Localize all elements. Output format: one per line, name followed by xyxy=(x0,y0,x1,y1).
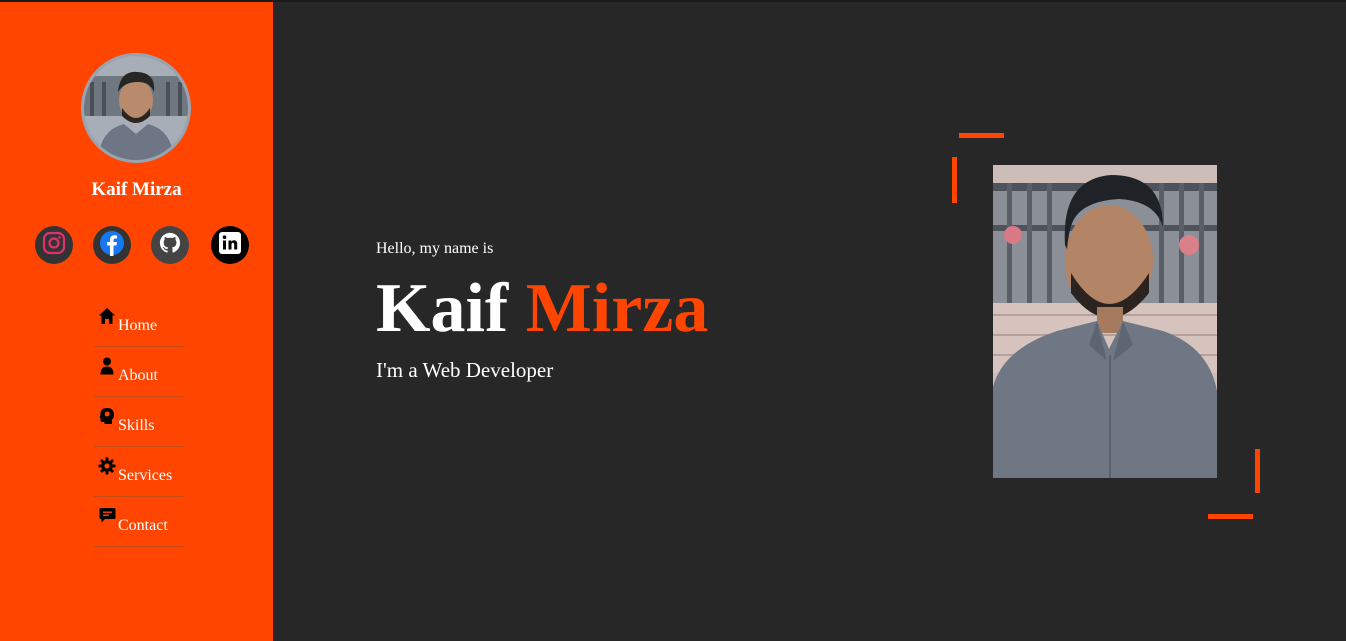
profile-photo xyxy=(993,165,1217,478)
profile-avatar xyxy=(81,53,191,163)
head-bulb-icon xyxy=(98,406,116,426)
nav-item-services[interactable]: Services xyxy=(94,447,184,497)
sidebar: Kaif Mirza Home About Skills Services Co… xyxy=(0,2,273,641)
hero-first-name: Kaif xyxy=(376,270,509,347)
hero-role: I'm a Web Developer xyxy=(376,358,554,382)
hero-name: Kaif Mirza xyxy=(376,274,708,344)
home-icon xyxy=(98,306,116,326)
gear-icon xyxy=(98,456,116,476)
nav-label: Services xyxy=(118,466,173,484)
profile-name: Kaif Mirza xyxy=(91,179,182,200)
nav-label: Contact xyxy=(118,516,168,534)
instagram-link[interactable] xyxy=(35,226,73,264)
frame-accent-bottom xyxy=(1208,514,1253,519)
frame-accent-right xyxy=(1255,449,1260,493)
user-icon xyxy=(98,356,116,376)
frame-accent-top xyxy=(959,133,1004,138)
instagram-icon xyxy=(42,231,66,259)
sidebar-nav: Home About Skills Services Contact xyxy=(94,297,184,547)
github-link[interactable] xyxy=(151,226,189,264)
nav-item-home[interactable]: Home xyxy=(94,297,184,347)
nav-item-about[interactable]: About xyxy=(94,347,184,397)
nav-label: Home xyxy=(118,316,158,334)
github-icon xyxy=(159,232,181,258)
frame-accent-left xyxy=(952,157,957,203)
hero-greeting: Hello, my name is xyxy=(376,240,494,257)
linkedin-link[interactable] xyxy=(211,226,249,264)
nav-label: Skills xyxy=(118,416,155,434)
nav-item-contact[interactable]: Contact xyxy=(94,497,184,547)
nav-label: About xyxy=(118,366,158,384)
linkedin-icon xyxy=(218,231,242,259)
facebook-icon xyxy=(99,230,125,260)
chat-icon xyxy=(98,506,116,526)
nav-item-skills[interactable]: Skills xyxy=(94,397,184,447)
facebook-link[interactable] xyxy=(93,226,131,264)
hero-last-name: Mirza xyxy=(525,270,709,347)
hero-section: Hello, my name is Kaif Mirza I'm a Web D… xyxy=(376,240,708,383)
